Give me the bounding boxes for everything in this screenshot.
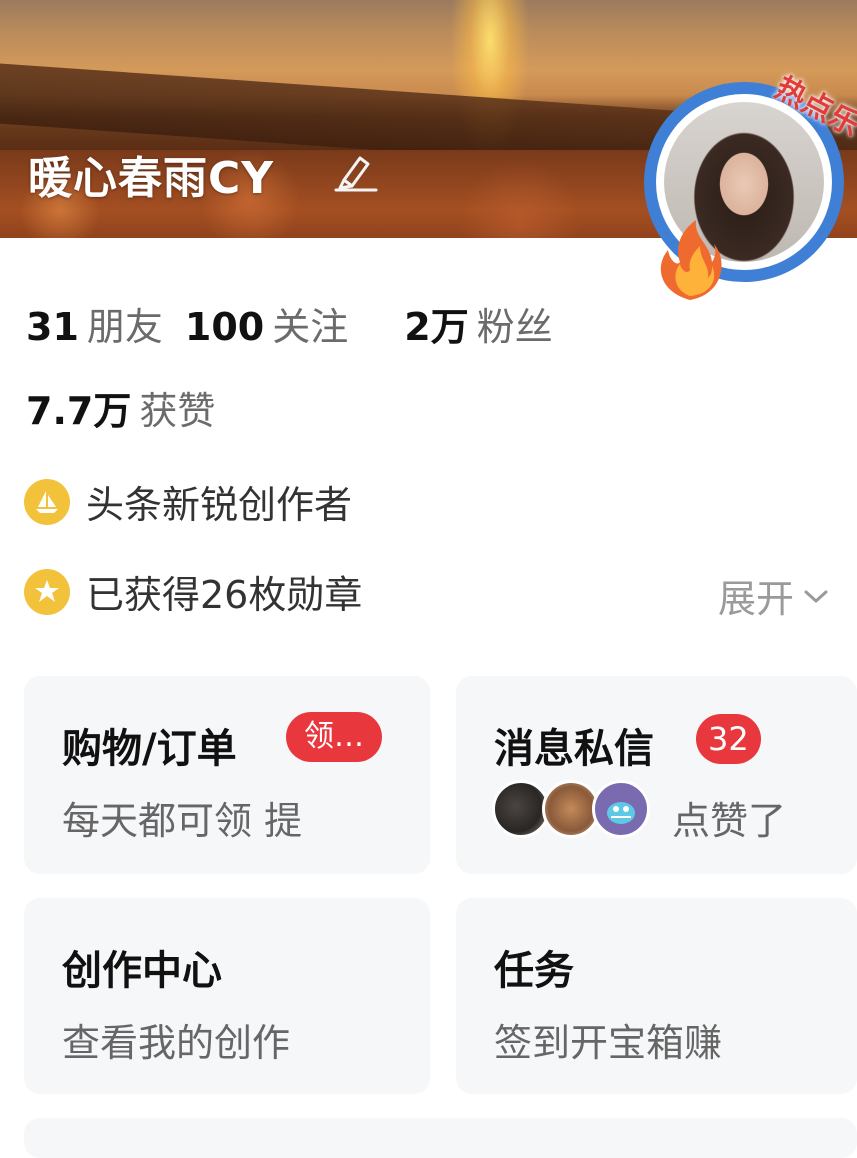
pencil-icon[interactable] <box>330 148 380 192</box>
card-shopping[interactable]: 购物/订单 领… 每天都可领 提 <box>24 676 430 874</box>
stat-friends-label: 朋友 <box>86 305 163 349</box>
sailboat-icon <box>24 478 70 525</box>
profile-name[interactable]: 暖心春雨CY <box>28 142 274 206</box>
card-creation-sub: 查看我的创作 <box>62 1021 291 1065</box>
stat-friends-num: 31 <box>26 305 79 349</box>
creator-tag-row[interactable]: 头条新锐创作者 <box>24 474 352 529</box>
stat-likes[interactable]: 7.7万 获赞 <box>26 380 215 435</box>
card-creation[interactable]: 创作中心 查看我的创作 <box>24 898 430 1094</box>
chevron-down-icon <box>804 590 828 602</box>
creator-tag-text: 头条新锐创作者 <box>86 483 353 527</box>
stats-row: 31 朋友 100 关注 2万 粉丝 <box>26 296 575 351</box>
message-avatar-3 <box>592 780 650 838</box>
card-messages-title: 消息私信 <box>494 726 654 772</box>
stat-following-num: 100 <box>184 305 265 349</box>
stat-fans[interactable]: 2万 粉丝 <box>404 296 552 351</box>
expand-button[interactable]: 展开 <box>718 568 830 623</box>
flame-icon <box>660 220 722 300</box>
stat-fans-label: 粉丝 <box>476 305 553 349</box>
avatar[interactable]: 热点乐 <box>644 71 857 312</box>
stat-fans-num: 2万 <box>404 305 469 349</box>
card-next <box>24 1118 857 1158</box>
card-creation-title: 创作中心 <box>62 948 222 994</box>
coupon-pill[interactable]: 领… <box>286 712 382 762</box>
card-tasks-title: 任务 <box>494 948 574 994</box>
stat-friends[interactable]: 31 朋友 <box>26 296 163 351</box>
monster-icon <box>607 802 635 824</box>
card-messages-sub: 点赞了 <box>672 799 787 843</box>
card-messages[interactable]: 消息私信 32 点赞了 <box>456 676 857 874</box>
stat-following-label: 关注 <box>272 305 349 349</box>
stat-likes-num: 7.7万 <box>26 389 132 433</box>
card-shopping-title: 购物/订单 <box>62 726 237 772</box>
card-tasks-sub: 签到开宝箱赚 <box>494 1021 723 1065</box>
stat-likes-label: 获赞 <box>139 389 216 433</box>
medals-row[interactable]: 已获得26枚勋章 <box>24 564 362 619</box>
unread-badge: 32 <box>696 714 761 764</box>
stat-following[interactable]: 100 关注 <box>185 296 348 351</box>
card-shopping-sub: 每天都可领 提 <box>62 799 303 843</box>
card-tasks[interactable]: 任务 签到开宝箱赚 <box>456 898 857 1094</box>
medals-text: 已获得26枚勋章 <box>86 573 363 617</box>
expand-label: 展开 <box>718 577 795 621</box>
star-medal-icon <box>24 568 70 615</box>
